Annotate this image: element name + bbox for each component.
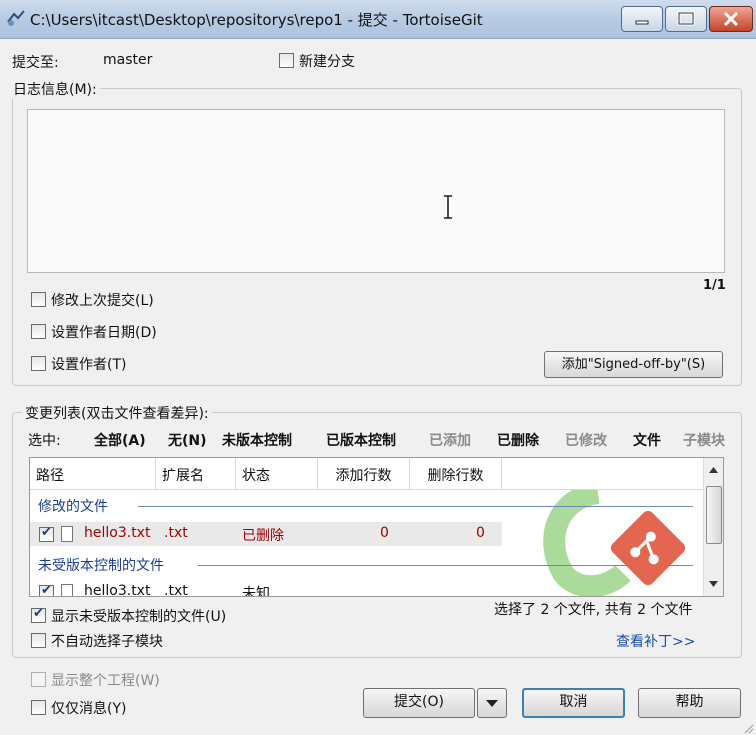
changes-group-label: 变更列表(双击文件查看差异): — [22, 403, 212, 423]
filter-deleted[interactable]: 已删除 — [497, 430, 539, 450]
filter-none[interactable]: 无(N) — [168, 430, 207, 450]
tortoisegit-app-icon — [7, 10, 25, 26]
message-group-label: 日志信息(M): — [10, 79, 100, 99]
group-title-modified: 修改的文件 — [38, 499, 108, 515]
column-header-extension[interactable]: 扩展名 — [156, 458, 236, 490]
author-label: 设置作者(T) — [51, 357, 127, 373]
group-rule — [138, 506, 693, 507]
selection-summary: 选择了 2 个文件, 共有 2 个文件 — [494, 602, 693, 618]
text-file-icon — [61, 584, 73, 596]
show-whole-project-label: 显示整个工程(W) — [51, 673, 160, 689]
commit-to-label: 提交至: — [12, 55, 59, 71]
minimize-button[interactable] — [621, 6, 663, 32]
signoff-button[interactable]: 添加"Signed-off-by"(S) — [544, 351, 723, 378]
window-title: C:\Users\itcast\Desktop\repositorys\repo… — [30, 11, 483, 29]
branch-name: master — [103, 52, 153, 68]
show-whole-project-checkbox[interactable] — [31, 672, 46, 687]
group-header-unversioned: 未受版本控制的文件 — [38, 555, 693, 575]
file-row-checkbox[interactable] — [39, 583, 54, 596]
line-counter: 1/1 — [703, 278, 726, 293]
resize-grip-icon[interactable] — [742, 722, 754, 734]
file-row[interactable]: hello3.txt .txt 已删除 0 0 — [30, 522, 502, 546]
filter-files[interactable]: 文件 — [633, 430, 661, 450]
cancel-button[interactable]: 取消 — [522, 688, 625, 718]
text-file-icon — [61, 526, 73, 542]
show-unversioned-label: 显示未受版本控制的文件(U) — [51, 609, 227, 625]
column-header-lines-added[interactable]: 添加行数 — [318, 458, 410, 490]
file-status: 已删除 — [242, 528, 284, 544]
author-date-label: 设置作者日期(D) — [51, 325, 157, 341]
file-row[interactable]: hello3.txt .txt 未知 — [30, 580, 502, 597]
help-button[interactable]: 帮助 — [638, 688, 741, 718]
title-bar: C:\Users\itcast\Desktop\repositorys\repo… — [0, 0, 756, 39]
file-extension: .txt — [164, 583, 188, 597]
view-patch-link[interactable]: 查看补丁>> — [616, 631, 695, 651]
filter-all[interactable]: 全部(A) — [94, 430, 146, 450]
column-header-lines-deleted[interactable]: 删除行数 — [410, 458, 502, 490]
group-rule — [198, 565, 693, 566]
new-branch-checkbox[interactable] — [279, 53, 294, 68]
message-only-label: 仅仅消息(Y) — [51, 701, 127, 717]
file-row-checkbox[interactable] — [39, 525, 54, 542]
scroll-down-arrow-icon[interactable] — [708, 580, 719, 588]
maximize-icon — [677, 11, 695, 26]
scrollbar-thumb[interactable] — [706, 486, 722, 544]
changed-files-list[interactable]: 路径 扩展名 状态 添加行数 删除行数 修改的文件 hello3.txt .tx… — [29, 457, 724, 597]
commit-button[interactable]: 提交(O) — [363, 688, 475, 718]
message-only-checkbox[interactable] — [31, 700, 46, 715]
tortoisegit-logo-icon — [543, 488, 686, 596]
amend-checkbox[interactable] — [31, 292, 46, 307]
close-icon — [723, 11, 739, 27]
close-button[interactable] — [709, 6, 753, 32]
group-title-unversioned: 未受版本控制的文件 — [38, 558, 164, 574]
author-checkbox[interactable] — [31, 356, 46, 371]
file-extension: .txt — [164, 525, 188, 541]
maximize-button[interactable] — [665, 6, 707, 32]
file-path: hello3.txt — [84, 583, 151, 597]
filter-added[interactable]: 已添加 — [429, 430, 471, 450]
show-unversioned-checkbox[interactable] — [31, 606, 46, 623]
author-date-checkbox[interactable] — [31, 324, 46, 339]
file-status: 未知 — [242, 586, 270, 597]
minimize-icon — [635, 20, 649, 25]
commit-dropdown-button[interactable] — [477, 688, 507, 718]
scroll-up-arrow-icon[interactable] — [708, 466, 719, 474]
no-autoselect-submodules-label: 不自动选择子模块 — [51, 634, 163, 650]
new-branch-label: 新建分支 — [299, 54, 355, 70]
file-lines-deleted: 0 — [476, 525, 485, 541]
column-header-filler — [502, 458, 704, 490]
dropdown-arrow-icon — [486, 700, 498, 707]
filter-submodules[interactable]: 子模块 — [683, 430, 725, 450]
filter-unversioned[interactable]: 未版本控制 — [222, 430, 292, 450]
no-autoselect-submodules-checkbox[interactable] — [31, 633, 46, 648]
file-path: hello3.txt — [84, 525, 151, 541]
group-header-modified: 修改的文件 — [38, 496, 693, 516]
commit-message-input[interactable] — [27, 109, 725, 273]
filter-modified[interactable]: 已修改 — [565, 430, 607, 450]
amend-label: 修改上次提交(L) — [51, 293, 154, 309]
file-list-scrollbar[interactable] — [703, 458, 723, 596]
text-cursor-icon — [444, 195, 452, 219]
column-header-status[interactable]: 状态 — [236, 458, 318, 490]
column-header-path[interactable]: 路径 — [30, 458, 156, 490]
filter-versioned[interactable]: 已版本控制 — [326, 430, 396, 450]
select-label: 选中: — [28, 433, 61, 449]
file-lines-added: 0 — [380, 525, 389, 541]
